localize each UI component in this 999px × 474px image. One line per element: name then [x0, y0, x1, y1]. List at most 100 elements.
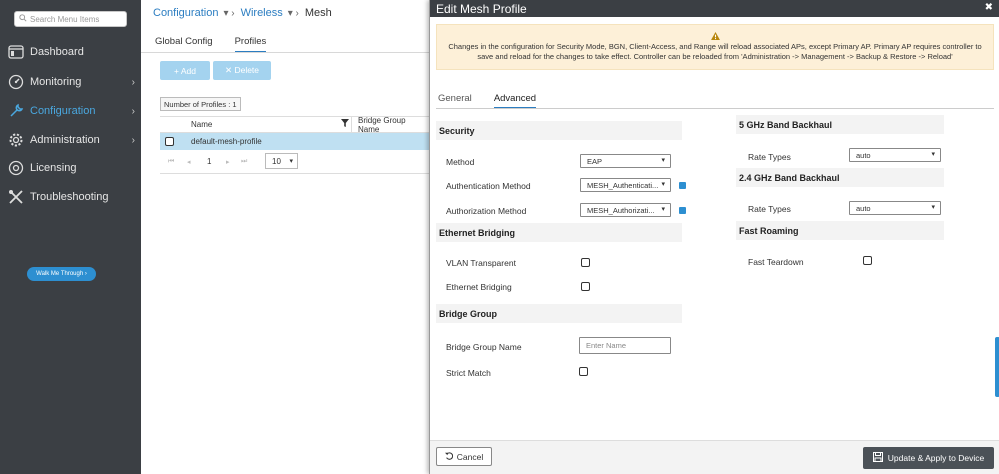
nav-troubleshooting[interactable]: Troubleshooting: [0, 183, 141, 211]
modal-title: Edit Mesh Profile: [436, 1, 527, 16]
nav-configuration-label: Configuration: [30, 105, 96, 117]
main-content: Configuration ▾ › Wireless ▾ › Mesh Glob…: [141, 0, 429, 474]
nav-licensing-label: Licensing: [30, 162, 77, 174]
caret-down-icon: ▾: [661, 157, 665, 164]
fast-teardown-checkbox[interactable]: [863, 256, 872, 265]
filter-icon[interactable]: [341, 119, 349, 129]
row-name-cell[interactable]: default-mesh-profile: [191, 137, 262, 146]
next-page-icon[interactable]: ▸: [226, 158, 230, 166]
strict-match-label: Strict Match: [446, 368, 491, 378]
update-apply-label: Update & Apply to Device: [887, 453, 985, 463]
caret-down-icon: ▾: [289, 158, 293, 165]
external-link-icon[interactable]: [679, 207, 686, 214]
last-page-icon[interactable]: ⏭: [241, 158, 247, 166]
breadcrumb-current: Mesh: [304, 7, 332, 19]
breadcrumb-separator-icon: ▾ ›: [223, 7, 235, 19]
walk-me-through-button[interactable]: Walk Me Through ›: [27, 267, 96, 281]
add-button[interactable]: + Add: [160, 61, 210, 80]
page-size-select[interactable]: 10 ▾: [265, 153, 298, 169]
update-apply-button[interactable]: Update & Apply to Device: [863, 447, 994, 469]
profile-count-badge: Number of Profiles : 1: [160, 97, 241, 111]
nav-monitoring-label: Monitoring: [30, 76, 82, 88]
sidebar: Dashboard Monitoring › Configuration › A…: [0, 0, 141, 474]
authz-method-value: MESH_Authorizati...: [587, 205, 655, 215]
breadcrumb-separator-icon: ▾ ›: [287, 7, 299, 19]
tab-profiles[interactable]: Profiles: [234, 36, 267, 53]
nav-configuration[interactable]: Configuration ›: [0, 97, 141, 125]
table-pager: ⏮ ◂ 1 ▸ ⏭ 10 ▾: [160, 150, 429, 174]
search-icon: [19, 14, 27, 24]
column-header-bridge-group[interactable]: Bridge Group Name: [358, 116, 429, 134]
main-tabs: Global Config Profiles: [155, 36, 267, 53]
column-header-name[interactable]: Name: [191, 120, 212, 129]
fast-teardown-label: Fast Teardown: [748, 257, 804, 267]
rate-types-24ghz-label: Rate Types: [748, 204, 791, 214]
monitoring-icon: [7, 73, 25, 91]
scrollbar-thumb[interactable]: [995, 337, 999, 397]
cancel-label: Cancel: [456, 451, 484, 462]
warning-text-line1: Changes in the configuration for Securit…: [448, 42, 982, 51]
breadcrumb-configuration[interactable]: Configuration: [153, 7, 218, 19]
method-select[interactable]: EAP ▾: [580, 154, 671, 168]
delete-button[interactable]: ✕ Delete: [213, 61, 271, 80]
first-page-icon[interactable]: ⏮: [168, 158, 174, 166]
tab-advanced[interactable]: Advanced: [493, 93, 537, 109]
table-header: Name Bridge Group Name: [160, 116, 429, 134]
external-link-icon[interactable]: [679, 182, 686, 189]
authz-method-label: Authorization Method: [446, 206, 527, 216]
rate-types-24ghz-value: auto: [856, 203, 871, 213]
table-row[interactable]: default-mesh-profile: [160, 133, 429, 150]
row-checkbox[interactable]: [165, 137, 174, 146]
nav-licensing[interactable]: Licensing: [0, 154, 141, 182]
caret-down-icon: ▾: [931, 204, 935, 211]
ethernet-bridging-checkbox[interactable]: [581, 282, 590, 291]
warning-icon: [437, 32, 993, 41]
modal-header: Edit Mesh Profile ✖: [430, 0, 999, 17]
cancel-button[interactable]: Cancel: [436, 447, 492, 466]
edit-mesh-profile-modal: Edit Mesh Profile ✖ Changes in the confi…: [429, 0, 999, 474]
authz-method-select[interactable]: MESH_Authorizati... ▾: [580, 203, 671, 217]
breadcrumb: Configuration ▾ › Wireless ▾ › Mesh: [153, 7, 332, 19]
method-label: Method: [446, 157, 475, 167]
rate-types-24ghz-select[interactable]: auto ▾: [849, 201, 941, 215]
breadcrumb-wireless[interactable]: Wireless: [241, 7, 283, 19]
caret-down-icon: ▾: [661, 206, 665, 213]
nav-dashboard[interactable]: Dashboard: [0, 38, 141, 66]
save-icon: [872, 452, 883, 464]
column-divider: [351, 117, 352, 134]
tabs-divider: [141, 52, 429, 53]
close-icon[interactable]: ✖: [985, 2, 993, 13]
modal-footer: Cancel Update & Apply to Device: [430, 440, 999, 474]
auth-method-label: Authentication Method: [446, 181, 531, 191]
auth-method-select[interactable]: MESH_Authenticati... ▾: [580, 178, 671, 192]
profiles-table: Name Bridge Group Name default-mesh-prof…: [160, 116, 429, 174]
rate-types-5ghz-select[interactable]: auto ▾: [849, 148, 941, 162]
vlan-transparent-label: VLAN Transparent: [446, 258, 516, 268]
vlan-transparent-checkbox[interactable]: [581, 258, 590, 267]
undo-icon: [444, 451, 453, 462]
nav-administration-label: Administration: [30, 134, 100, 146]
page-size-value: 10: [272, 156, 281, 166]
tools-icon: [7, 188, 25, 206]
menu-search-input[interactable]: [27, 14, 123, 24]
chevron-right-icon: ›: [131, 105, 135, 117]
section-5ghz-backhaul-heading: 5 GHz Band Backhaul: [736, 115, 944, 134]
prev-page-icon[interactable]: ◂: [187, 158, 191, 166]
caret-down-icon: ▾: [661, 181, 665, 188]
menu-search-box[interactable]: [14, 11, 127, 27]
warning-banner: Changes in the configuration for Securit…: [436, 24, 994, 70]
licensing-icon: [7, 159, 25, 177]
auth-method-value: MESH_Authenticati...: [587, 180, 659, 190]
wrench-icon: [7, 102, 25, 120]
strict-match-checkbox[interactable]: [579, 367, 588, 376]
nav-administration[interactable]: Administration ›: [0, 126, 141, 154]
section-bridge-group-heading: Bridge Group: [436, 304, 682, 323]
section-fast-roaming-heading: Fast Roaming: [736, 221, 944, 240]
section-security-heading: Security: [436, 121, 682, 140]
warning-text-line2: save and reload for the changes to take …: [477, 52, 953, 61]
tab-general[interactable]: General: [438, 93, 472, 109]
nav-monitoring[interactable]: Monitoring ›: [0, 68, 141, 96]
bridge-group-name-input[interactable]: [579, 337, 671, 354]
tab-global-config[interactable]: Global Config: [155, 36, 213, 53]
chevron-right-icon: ›: [131, 134, 135, 146]
